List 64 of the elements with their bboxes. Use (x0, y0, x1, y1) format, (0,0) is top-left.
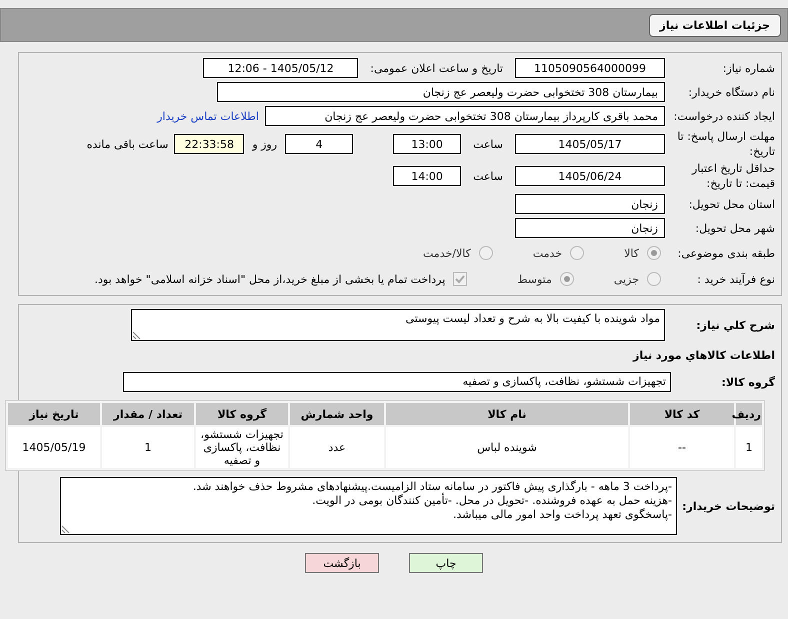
time-field[interactable]: 14:00 (393, 166, 462, 186)
need-number-field[interactable]: 1105090564000099 (515, 58, 665, 78)
table-cell: تجهیزات شستشو، نظافت، پاکسازی و تصفیه (196, 427, 288, 468)
resize-grip-icon[interactable] (133, 331, 141, 339)
field-label: ساعت (473, 138, 503, 150)
date-field[interactable]: 1405/06/24 (515, 166, 665, 186)
field-label: ایجاد کننده درخواست: (672, 108, 776, 124)
section-title: اطلاعات کالاهاي مورد نياز (632, 348, 776, 362)
field-label: شهر محل تحویل: (694, 220, 776, 236)
column-header: تاریخ نیاز (8, 403, 100, 425)
field-label: گروه کالا: (720, 374, 776, 390)
remaining-time-field: 22:33:58 (174, 134, 244, 154)
city-field[interactable]: زنجان (515, 218, 665, 238)
column-header: گروه کالا (196, 403, 288, 425)
announce-date-field[interactable]: 1405/05/12 - 12:06 (203, 58, 358, 78)
field-label: نام دستگاه خریدار: (687, 84, 776, 100)
radio-label: خدمت (532, 246, 562, 260)
field-label: حداقل تاریخ اعتبار قیمت: تا تاریخ: (690, 161, 776, 191)
checkbox-label: پرداخت تمام یا بخشی از مبلغ خرید،از محل "اسناد خزانه اسلامی" خواهد بود. (94, 272, 446, 286)
field-label: مهلت ارسال پاسخ: تا تاریخ: (676, 129, 776, 159)
field-label: ساعت باقی مانده (86, 138, 168, 150)
province-field[interactable]: زنجان (515, 194, 665, 214)
radio-button[interactable] (647, 272, 661, 286)
radio-button[interactable] (647, 246, 661, 260)
radio-label: جزیی (614, 272, 639, 286)
field-label: توضیحات خریدار: (681, 498, 776, 514)
field-label: شماره نیاز: (722, 60, 776, 76)
time-field[interactable]: 13:00 (393, 134, 462, 154)
field-label: ساعت (473, 170, 503, 182)
table-cell: شوینده لباس (386, 427, 628, 468)
field-label: روز و (252, 138, 278, 150)
table-cell: -- (630, 427, 734, 468)
radio-label: کالا (624, 246, 639, 260)
contact-link[interactable]: اطلاعات تماس خریدار (157, 110, 259, 122)
column-header: تعداد / مقدار (102, 403, 194, 425)
radio-button[interactable] (478, 246, 493, 260)
buyer-notes-field[interactable]: -پرداخت 3 ماهه - بارگذاری پیش فاکتور در سامانه ستاد الزامیست.پیشنهادهای مشروط حذف خواهند شد. -هزینه حمل به عهده فروشنده. -تحویل در محل. -تأمین کنندگان بومی در الویت. -پاسخگوی تعهد پرداخت واحد امور مالی میباشد. (60, 477, 677, 535)
print-button[interactable]: چاپ (409, 553, 483, 573)
field-label: شرح کلي نياز: (695, 318, 776, 332)
table-cell: 1405/05/19 (8, 427, 100, 468)
radio-label: کالا/خدمت (423, 246, 471, 260)
field-label: تاریخ و ساعت اعلان عمومی: (370, 62, 503, 74)
radio-label: متوسط (517, 272, 552, 286)
column-header: نام کالا (386, 403, 628, 425)
radio-button[interactable] (570, 246, 584, 260)
field-label: نوع فرآیند خرید : (696, 272, 776, 286)
requester-field[interactable]: محمد باقری کارپرداز بیمارستان 308 تختخوابی حضرت ولیعصر عج زنجان (265, 106, 665, 126)
days-field[interactable]: 4 (285, 134, 354, 154)
column-header: واحد شمارش (290, 403, 384, 425)
radio-button[interactable] (560, 272, 574, 286)
field-label: طبقه بندی موضوعی: (676, 246, 776, 260)
resize-grip-icon[interactable] (62, 525, 70, 533)
goods-group-field[interactable]: تجهیزات شستشو، نظافت، پاکسازی و تصفیه (123, 372, 671, 392)
back-button[interactable]: بازگشت (305, 553, 379, 573)
date-field[interactable]: 1405/05/17 (515, 134, 665, 154)
description-field[interactable]: مواد شوینده با کیفیت بالا به شرح و تعداد لیست پیوستی (131, 309, 665, 341)
column-header: کد کالا (630, 403, 734, 425)
buyer-org-field[interactable]: بیمارستان 308 تختخوابی حضرت ولیعصر عج زنجان (217, 82, 665, 102)
table-cell: 1 (102, 427, 194, 468)
checkbox[interactable] (453, 272, 468, 286)
table-cell: عدد (290, 427, 384, 468)
table-cell: 1 (736, 427, 762, 468)
field-label: استان محل تحویل: (688, 196, 776, 212)
page-title: جزئیات اطلاعات نیاز (648, 14, 781, 36)
